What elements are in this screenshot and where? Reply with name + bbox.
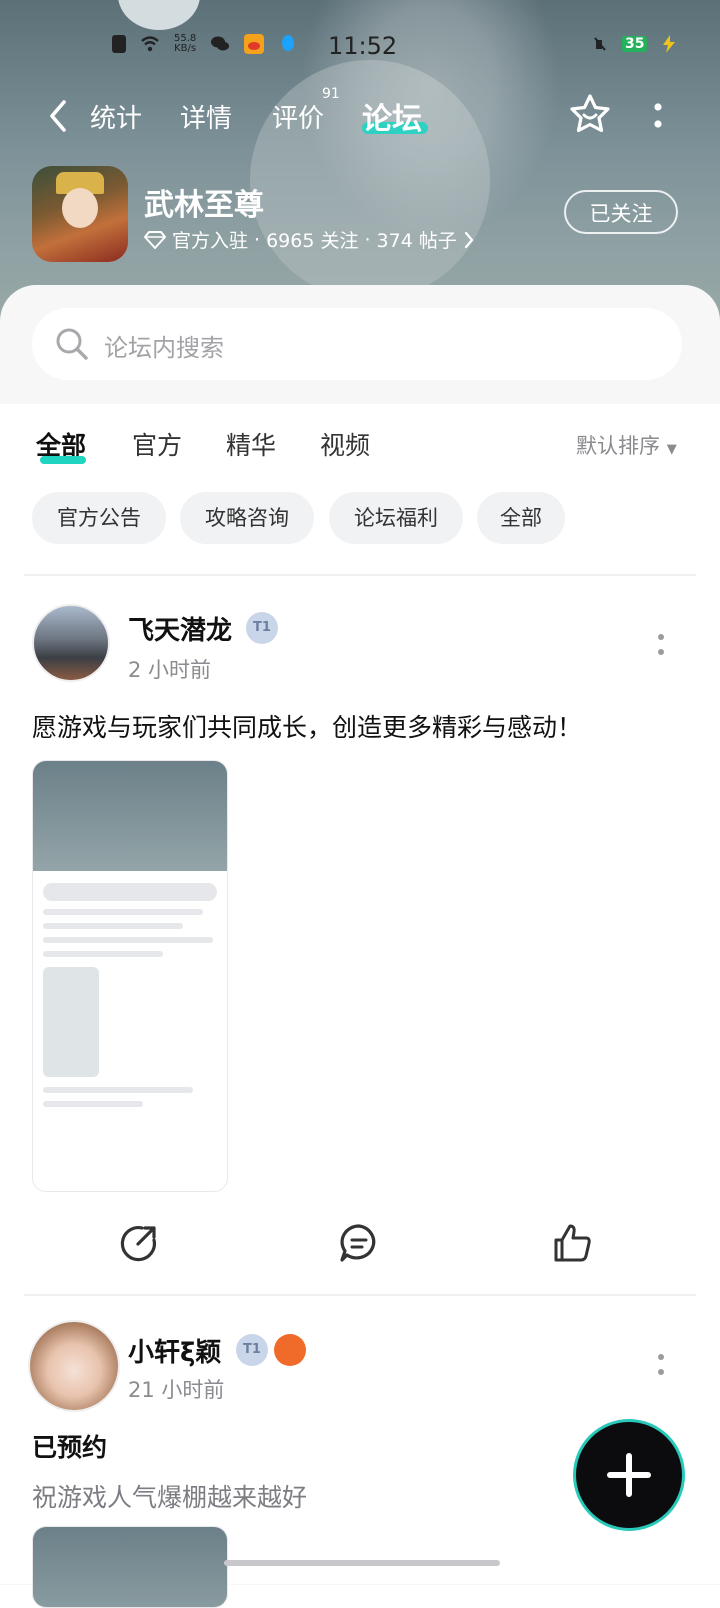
caret-down-icon: ▼: [666, 442, 677, 457]
post-username[interactable]: 小轩ξ颖: [128, 1332, 221, 1369]
top-nav: 统计 详情 评价 91 论坛: [0, 86, 720, 142]
game-title: 武林至尊: [144, 188, 264, 223]
post-screenshot-image[interactable]: [32, 1526, 228, 1608]
tab-reviews[interactable]: 评价: [272, 98, 324, 135]
filter-tab-indicator: [40, 456, 86, 464]
post-divider: [24, 1294, 696, 1296]
review-count-badge: 91: [322, 86, 340, 102]
qq-icon: [282, 35, 295, 51]
mute-icon: [594, 37, 606, 51]
chip-welfare[interactable]: 论坛福利: [329, 492, 463, 544]
wifi-icon: [141, 36, 159, 52]
screenshot-header: [33, 761, 227, 871]
post-title[interactable]: 已预约: [32, 1428, 107, 1464]
game-icon[interactable]: [32, 166, 128, 262]
official-label: 官方入驻: [172, 230, 249, 252]
tab-stats[interactable]: 统计: [90, 98, 142, 135]
gamer-badge-icon: [274, 1334, 306, 1366]
screenshot-row: [43, 951, 163, 957]
screenshot-row: [43, 883, 217, 901]
post-time: 21 小时前: [128, 1378, 225, 1402]
search-input[interactable]: 论坛内搜索: [32, 308, 682, 380]
level-badge-icon: T1: [236, 1334, 268, 1366]
post-username[interactable]: 飞天潜龙: [128, 610, 232, 647]
chip-announcements[interactable]: 官方公告: [32, 492, 166, 544]
chip-all[interactable]: 全部: [477, 492, 565, 544]
sort-dropdown[interactable]: 默认排序 ▼: [576, 430, 677, 460]
section-divider: [24, 574, 696, 576]
diamond-icon: [144, 230, 166, 249]
screenshot-thumb: [43, 967, 99, 1077]
chip-guides[interactable]: 攻略咨询: [180, 492, 314, 544]
screenshot-row: [43, 1087, 193, 1093]
game-meta[interactable]: 官方入驻 · 6965 关注 · 374 帖子: [144, 226, 475, 253]
screenshot-header: [33, 1527, 227, 1607]
moon-decoration: [118, 0, 200, 30]
search-icon: [56, 328, 88, 360]
status-time: 11:52: [328, 32, 398, 60]
meta-separator: ·: [254, 228, 261, 251]
back-arrow-icon[interactable]: [42, 96, 82, 136]
search-placeholder: 论坛内搜索: [104, 334, 224, 362]
level-badge-icon: T1: [246, 612, 278, 644]
followers-count: 6965 关注: [266, 230, 359, 252]
home-indicator[interactable]: [224, 1560, 500, 1566]
wechat-icon: [211, 36, 230, 51]
status-right: 35: [590, 34, 679, 54]
sort-label: 默认排序: [576, 434, 660, 458]
post-text[interactable]: 愿游戏与玩家们共同成长，创造更多精彩与感动！: [32, 708, 582, 744]
tab-forum[interactable]: 论坛: [362, 94, 422, 138]
filter-tab-official[interactable]: 官方: [132, 426, 182, 462]
posts-count: 374 帖子: [376, 230, 457, 252]
like-icon[interactable]: [552, 1222, 594, 1264]
screenshot-row: [43, 1101, 143, 1107]
post-screenshot-image[interactable]: [32, 760, 228, 1192]
post-time: 2 小时前: [128, 658, 212, 682]
screenshot-row: [43, 937, 213, 943]
post-more-icon[interactable]: [657, 632, 665, 658]
weibo-icon: [244, 34, 265, 54]
status-bar: 55.8 KB/s 11:52 35: [0, 30, 720, 60]
create-post-button[interactable]: [576, 1422, 682, 1528]
favorite-star-icon[interactable]: [568, 92, 612, 136]
tab-details[interactable]: 详情: [180, 98, 232, 135]
sim-icon: [112, 35, 126, 53]
share-icon[interactable]: [118, 1222, 160, 1264]
chevron-right-icon: [464, 231, 474, 248]
filter-tab-video[interactable]: 视频: [320, 426, 370, 462]
post-text[interactable]: 祝游戏人气爆棚越来越好: [32, 1478, 307, 1514]
more-menu-icon[interactable]: [648, 96, 668, 136]
screenshot-row: [43, 923, 183, 929]
net-speed-unit: KB/s: [174, 43, 197, 54]
avatar[interactable]: [28, 1320, 120, 1412]
avatar[interactable]: [32, 604, 110, 682]
game-icon-face: [62, 188, 98, 228]
followed-button[interactable]: 已关注: [564, 190, 678, 234]
screenshot-row: [43, 909, 203, 915]
hero-banner: 55.8 KB/s 11:52 35 统计 详情 评价 91 论坛 武林至尊 官…: [0, 0, 720, 330]
post-more-icon[interactable]: [657, 1352, 665, 1378]
comment-icon[interactable]: [338, 1222, 380, 1264]
plus-icon-vertical: [626, 1453, 632, 1497]
charging-icon: [663, 35, 676, 53]
net-speed: 55.8 KB/s: [174, 34, 196, 54]
filter-tab-featured[interactable]: 精华: [226, 426, 276, 462]
status-left: 55.8 KB/s: [112, 34, 298, 54]
meta-separator: ·: [364, 228, 371, 251]
battery-indicator: 35: [622, 36, 648, 52]
